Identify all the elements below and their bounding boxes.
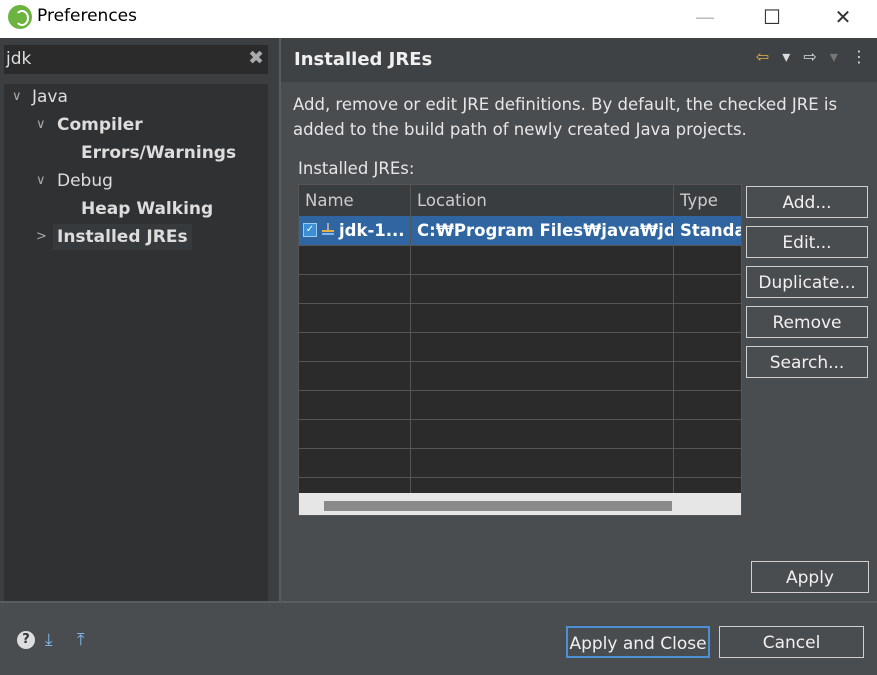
installed-jres-table[interactable]: Name Location Type ✓ jdk-1... C:₩Program… [298,184,742,516]
jre-type-cell[interactable]: Standa [674,216,741,245]
back-arrow-icon[interactable]: ⇦ [756,47,769,66]
tree-item-heap-walking[interactable]: Heap Walking [81,196,213,222]
tree-item-errors-warnings[interactable]: Errors/Warnings [81,140,236,166]
table-row [299,419,741,449]
cancel-button[interactable]: Cancel [719,626,864,658]
jdk-library-icon [322,223,334,235]
tree-item-java[interactable]: Java [32,84,68,110]
apply-button[interactable]: Apply [751,561,869,593]
column-header-name[interactable]: Name [299,185,411,216]
table-row [299,332,741,362]
table-label: Installed JREs: [298,159,415,178]
scrollbar-thumb[interactable] [324,501,672,511]
description-line: added to the build path of newly created… [293,120,747,139]
chevron-right-icon[interactable]: > [36,229,47,244]
column-header-location[interactable]: Location [411,185,674,216]
jre-name-cell[interactable]: ✓ jdk-1... [299,216,411,245]
help-icon[interactable]: ? [17,631,35,649]
window-title: Preferences [37,6,137,26]
apply-and-close-button[interactable]: Apply and Close [566,626,710,658]
back-dropdown-icon[interactable]: ▾ [782,47,790,66]
chevron-down-icon[interactable]: ∨ [12,89,22,104]
import-icon[interactable]: ⤓ [45,630,67,650]
maximize-icon[interactable]: ☐ [749,0,795,34]
remove-button[interactable]: Remove [746,306,868,338]
table-row[interactable]: ✓ jdk-1... C:₩Program Files₩java₩jd... S… [299,216,741,246]
minimize-icon[interactable]: — [682,0,728,34]
more-options-icon[interactable]: ⋮ [851,47,867,66]
table-row [299,390,741,420]
jre-location-cell[interactable]: C:₩Program Files₩java₩jd... [411,216,674,245]
page-description: Add, remove or edit JRE definitions. By … [293,92,863,142]
preferences-tree: ∨ Java ∨ Compiler Errors/Warnings ∨ Debu… [4,84,268,601]
tree-item-installed-jres[interactable]: Installed JREs [53,224,192,250]
chevron-down-icon[interactable]: ∨ [36,173,46,188]
export-icon[interactable]: ⤒ [77,630,99,650]
duplicate-button[interactable]: Duplicate... [746,266,868,298]
close-icon[interactable]: ✕ [820,0,866,34]
add-button[interactable]: Add... [746,186,868,218]
chevron-down-icon[interactable]: ∨ [36,117,46,132]
horizontal-scrollbar[interactable] [299,493,741,515]
edit-button[interactable]: Edit... [746,226,868,258]
filter-input[interactable]: jdk ✖ [4,45,268,74]
preferences-navigation-pane: jdk ✖ ∨ Java ∨ Compiler Errors/Warnings … [0,38,279,601]
description-line: Add, remove or edit JRE definitions. By … [293,95,838,114]
table-row [299,361,741,391]
page-nav-toolbar: ⇦ ▾ ⇨ ▾ ⋮ [748,47,867,66]
page-title: Installed JREs [294,49,433,70]
spring-app-icon [8,5,32,29]
tree-item-debug[interactable]: Debug [57,168,113,194]
search-button[interactable]: Search... [746,346,868,378]
jre-name: jdk-1... [339,221,405,240]
filter-text[interactable]: jdk [6,49,31,69]
page-header: Installed JREs ⇦ ▾ ⇨ ▾ ⋮ [281,38,877,82]
table-row [299,274,741,304]
forward-dropdown-icon[interactable]: ▾ [830,47,838,66]
clear-filter-icon[interactable]: ✖ [248,47,264,69]
column-header-type[interactable]: Type [674,185,741,216]
preference-page: Installed JREs ⇦ ▾ ⇨ ▾ ⋮ Add, remove or … [281,38,877,601]
dialog-button-bar: ? ⤓ ⤒ Apply and Close Cancel [0,603,877,675]
checkbox-checked-icon[interactable]: ✓ [303,223,317,237]
table-row [299,303,741,333]
table-row [299,448,741,478]
title-bar: Preferences — ☐ ✕ [0,0,877,38]
forward-arrow-icon[interactable]: ⇨ [803,47,816,66]
tree-item-compiler[interactable]: Compiler [57,112,143,138]
table-row [299,245,741,275]
